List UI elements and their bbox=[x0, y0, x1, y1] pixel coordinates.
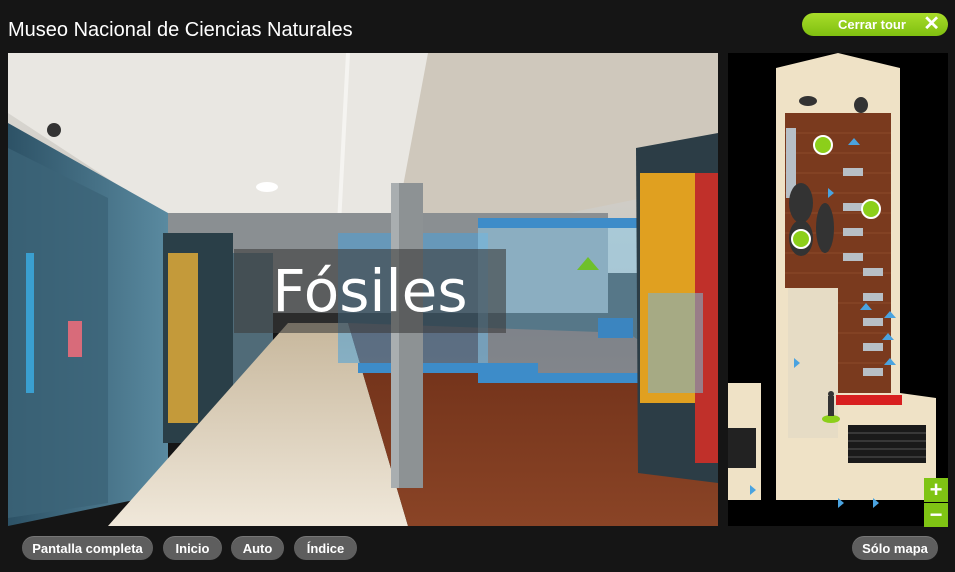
floor-plan bbox=[728, 53, 936, 508]
scene-title: Fósiles bbox=[234, 249, 506, 333]
auto-button[interactable]: Auto bbox=[231, 536, 284, 560]
close-tour-button[interactable]: Cerrar tour ✕ bbox=[802, 13, 948, 36]
fullscreen-button[interactable]: Pantalla completa bbox=[22, 536, 153, 560]
close-icon: ✕ bbox=[923, 13, 940, 35]
start-button[interactable]: Inicio bbox=[163, 536, 222, 560]
floor-map[interactable] bbox=[728, 53, 948, 526]
zoom-in-button[interactable]: + bbox=[924, 478, 948, 502]
zoom-out-button[interactable]: − bbox=[924, 503, 948, 527]
page-title: Museo Nacional de Ciencias Naturales bbox=[8, 19, 353, 41]
index-button[interactable]: Índice bbox=[294, 536, 357, 560]
map-only-button[interactable]: Sólo mapa bbox=[852, 536, 938, 560]
close-tour-label: Cerrar tour bbox=[838, 17, 906, 32]
panorama-viewer[interactable]: Fósiles bbox=[8, 53, 718, 526]
